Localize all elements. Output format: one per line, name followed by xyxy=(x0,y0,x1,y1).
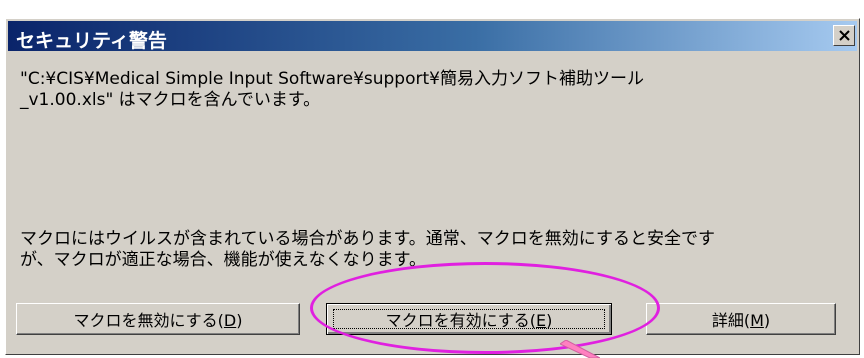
details-label: 詳細(M) xyxy=(711,311,771,330)
title-bar: セキュリティ警告 xyxy=(8,21,857,52)
disable-macros-label: マクロを無効にする(D) xyxy=(73,311,243,330)
details-button[interactable]: 詳細(M) xyxy=(646,303,836,335)
disable-macros-button[interactable]: マクロを無効にする(D) xyxy=(16,303,300,335)
security-warning-dialog: セキュリティ警告 "C:¥CIS¥Medical Simple Input So… xyxy=(5,18,860,355)
file-message-line-2: _v1.00.xls" はマクロを含んでいます。 xyxy=(20,90,321,110)
warning-message-line-1: マクロにはウイルスが含まれている場合があります。通常、マクロを無効にすると安全で… xyxy=(20,229,715,249)
dialog-title: セキュリティ警告 xyxy=(16,30,167,52)
warning-message: マクロにはウイルスが含まれている場合があります。通常、マクロを無効にすると安全で… xyxy=(20,229,840,271)
close-icon xyxy=(838,30,850,41)
file-message-line-1: "C:¥CIS¥Medical Simple Input Software¥su… xyxy=(20,69,644,89)
file-message: "C:¥CIS¥Medical Simple Input Software¥su… xyxy=(20,69,840,111)
close-button[interactable] xyxy=(833,25,855,46)
warning-message-line-2: が、マクロが適正な場合、機能が使えなくなります。 xyxy=(20,250,426,270)
enable-macros-label: マクロを有効にする(E) xyxy=(385,311,553,330)
enable-macros-button[interactable]: マクロを有効にする(E) xyxy=(326,303,612,335)
